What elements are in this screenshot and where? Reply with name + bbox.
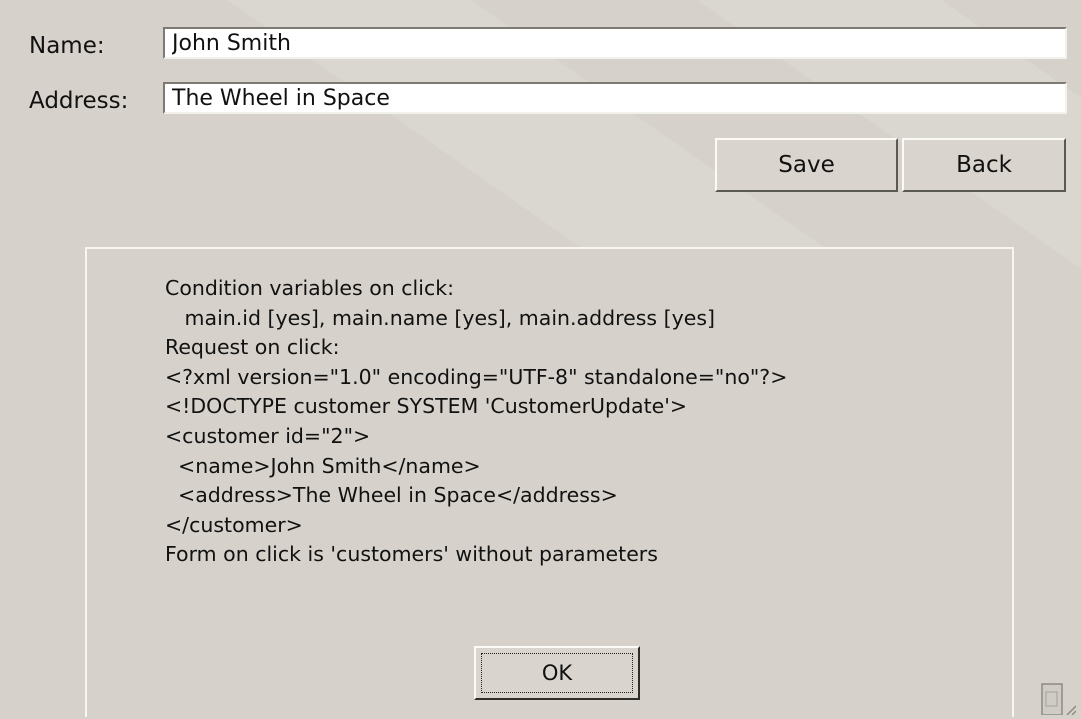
- ok-button[interactable]: OK: [474, 646, 640, 700]
- ok-button-label: OK: [541, 661, 573, 685]
- resize-grip-icon-svg: [1041, 683, 1077, 716]
- save-button[interactable]: Save: [715, 138, 898, 192]
- message-dialog: Condition variables on click: main.id [y…: [85, 247, 1014, 717]
- dialog-message-line: <?xml version="1.0" encoding="UTF-8" sta…: [165, 364, 788, 389]
- dialog-message-line: <address>The Wheel in Space</address>: [165, 483, 618, 508]
- dialog-message-line: </customer>: [165, 512, 303, 537]
- address-input[interactable]: [163, 82, 1067, 114]
- dialog-message-line: main.id [yes], main.name [yes], main.add…: [165, 305, 716, 330]
- dialog-message-line: <customer id="2">: [165, 423, 371, 448]
- dialog-message-line: Condition variables on click:: [165, 276, 455, 300]
- dialog-message-line: <name>John Smith</name>: [165, 453, 481, 478]
- dialog-message-line: Request on click:: [165, 335, 340, 360]
- back-button[interactable]: Back: [902, 138, 1066, 192]
- name-label: Name:: [29, 33, 105, 59]
- resize-grip-icon[interactable]: [1040, 682, 1077, 716]
- name-input[interactable]: [163, 27, 1067, 59]
- dialog-message-line: Form on click is 'customers' without par…: [165, 542, 658, 567]
- address-label: Address:: [29, 88, 129, 114]
- dialog-message: Condition variables on click: main.id [y…: [165, 274, 787, 570]
- dialog-message-line: <!DOCTYPE customer SYSTEM 'CustomerUpdat…: [165, 394, 688, 419]
